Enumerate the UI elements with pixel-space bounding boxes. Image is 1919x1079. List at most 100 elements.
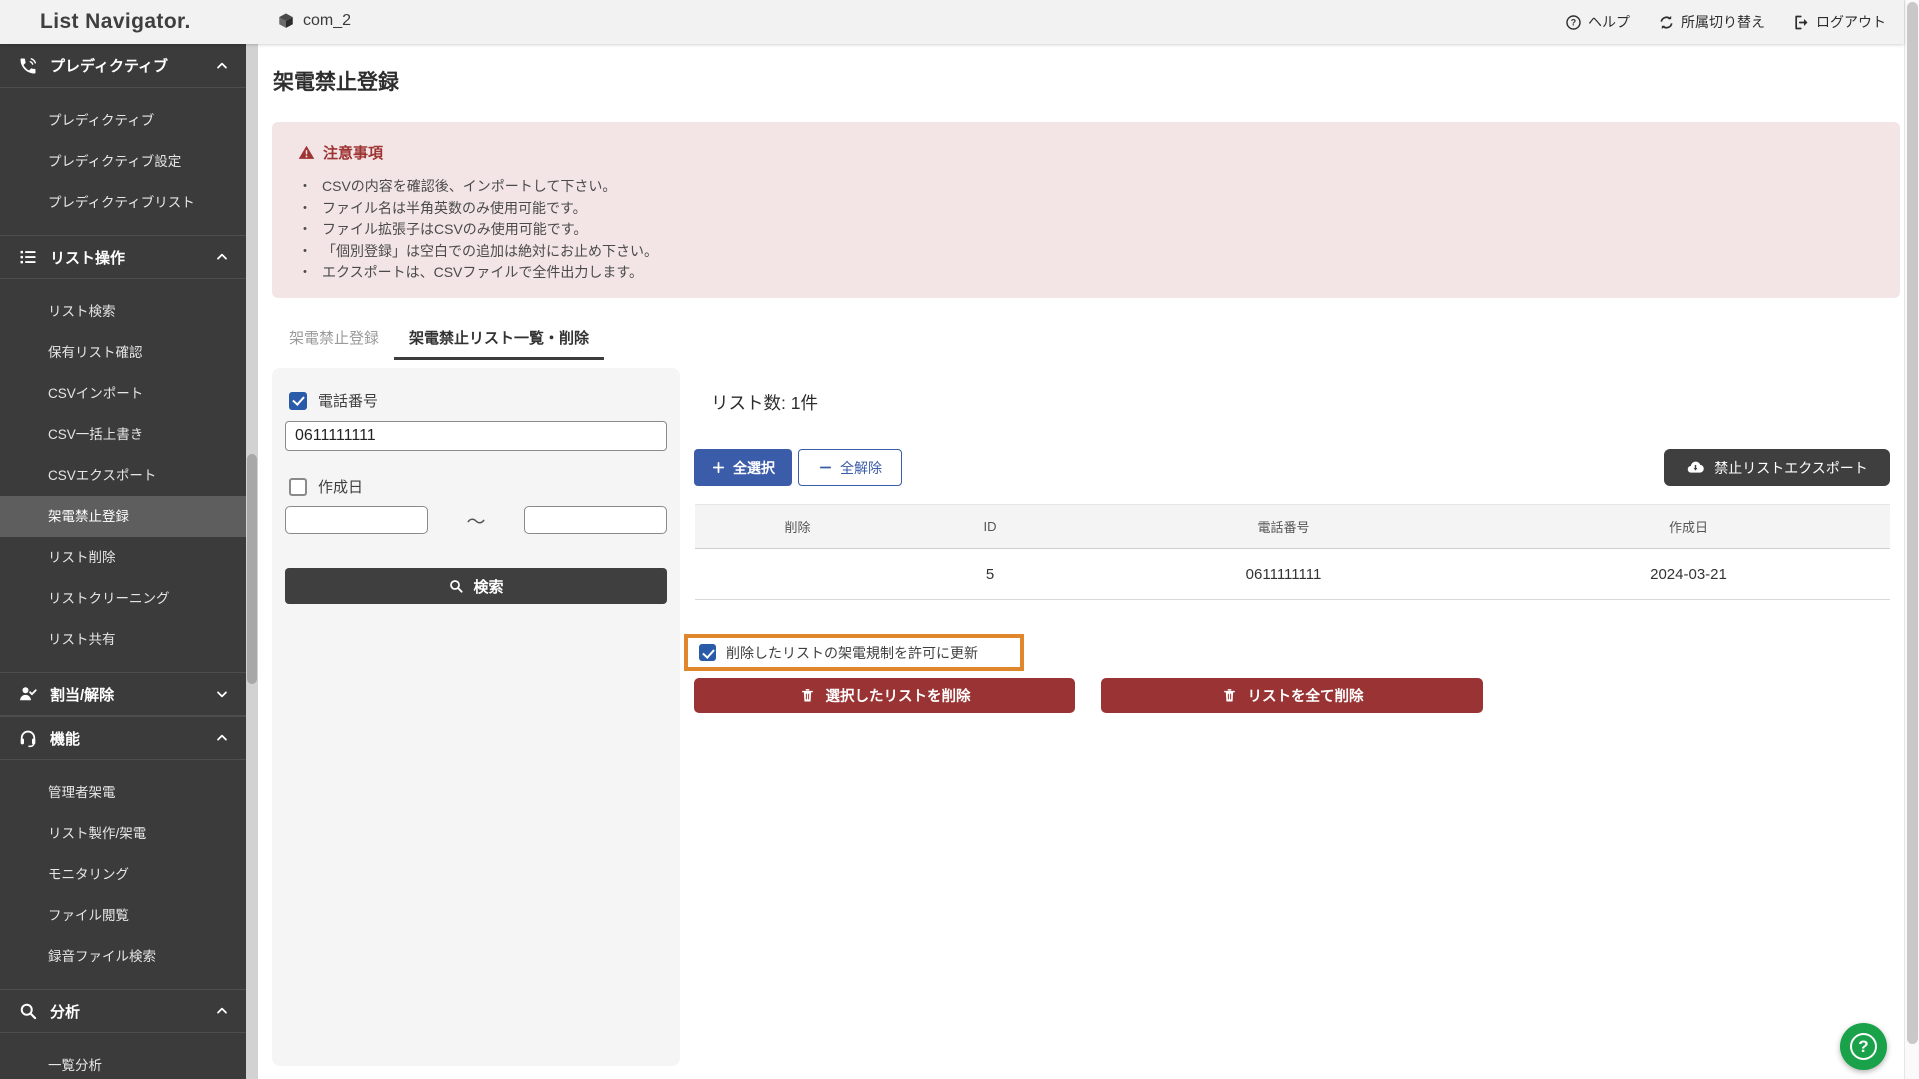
sidebar-item-predictive-list[interactable]: プレディクティブリスト — [0, 182, 246, 223]
help-label: ヘルプ — [1588, 12, 1630, 32]
notice-item: ・「個別登録」は空白での追加は絶対にお止め下さい。 — [298, 241, 1874, 263]
headset-icon — [18, 728, 38, 748]
trash-icon — [799, 687, 816, 704]
phone-number-input[interactable] — [285, 421, 667, 451]
sidebar-section-predictive[interactable]: プレディクティブ — [0, 44, 246, 88]
date-filter-checkbox[interactable] — [289, 478, 307, 496]
sidebar-item-list-share[interactable]: リスト共有 — [0, 619, 246, 660]
date-to-input[interactable] — [524, 506, 667, 534]
range-separator: 〜 — [428, 507, 524, 534]
sidebar-item-list-search[interactable]: リスト検索 — [0, 291, 246, 332]
sidebar-item-list-cleaning[interactable]: リストクリーニング — [0, 578, 246, 619]
sidebar-scrollbar-thumb[interactable] — [247, 454, 257, 684]
date-filter-row: 作成日 — [289, 476, 680, 497]
sidebar: プレディクティブ プレディクティブ プレディクティブ設定 プレディクティブリスト… — [0, 44, 246, 1079]
list-count: リスト数: 1件 — [711, 390, 818, 415]
question-icon: ? — [1850, 1033, 1877, 1060]
sidebar-section-list-ops[interactable]: リスト操作 — [0, 235, 246, 279]
phone-volume-icon — [18, 56, 38, 76]
row-phone: 0611111111 — [1080, 566, 1487, 583]
blocked-list-table: 削除 ID 電話番号 作成日 5 0611111111 2024-03-21 — [695, 504, 1890, 600]
sidebar-list-list-ops: リスト検索 保有リスト確認 CSVインポート CSV一括上書き CSVエクスポー… — [0, 279, 246, 672]
sidebar-item-list-delete[interactable]: リスト削除 — [0, 537, 246, 578]
cube-icon — [277, 12, 295, 30]
sidebar-list-functions: 管理者架電 リスト製作/架電 モニタリング ファイル閲覧 録音ファイル検索 — [0, 760, 246, 989]
date-range-row: 〜 — [285, 506, 667, 534]
notice-list: ・CSVの内容を確認後、インポートして下さい。 ・ファイル名は半角英数のみ使用可… — [298, 176, 1874, 284]
workspace-selector[interactable]: com_2 — [277, 12, 351, 30]
col-header-phone: 電話番号 — [1080, 517, 1487, 536]
phone-filter-checkbox[interactable] — [289, 392, 307, 410]
switch-org-label: 所属切り替え — [1681, 12, 1765, 32]
phone-filter-label: 電話番号 — [318, 390, 378, 411]
sidebar-section-analysis[interactable]: 分析 — [0, 989, 246, 1033]
sidebar-item-monitoring[interactable]: モニタリング — [0, 854, 246, 895]
sidebar-item-predictive[interactable]: プレディクティブ — [0, 100, 246, 141]
col-header-delete: 削除 — [695, 517, 900, 536]
notice-title-row: 注意事項 — [298, 142, 1874, 163]
app-logo: List Navigator. — [40, 10, 191, 34]
notice-box: 注意事項 ・CSVの内容を確認後、インポートして下さい。 ・ファイル名は半角英数… — [272, 122, 1900, 298]
select-all-button[interactable]: 全選択 — [694, 449, 792, 486]
search-icon — [18, 1001, 38, 1021]
delete-all-button[interactable]: リストを全て削除 — [1101, 678, 1483, 713]
sidebar-item-csv-import[interactable]: CSVインポート — [0, 373, 246, 414]
sidebar-item-predictive-settings[interactable]: プレディクティブ設定 — [0, 141, 246, 182]
filter-panel: 電話番号 作成日 〜 検索 — [272, 368, 680, 1066]
warning-triangle-icon — [298, 144, 315, 161]
app-window: List Navigator. com_2 ? ヘルプ 所属切り替え — [0, 0, 1919, 1079]
date-from-input[interactable] — [285, 506, 428, 534]
tab-bar: 架電禁止登録 架電禁止リスト一覧・削除 — [274, 322, 604, 360]
notice-item: ・エクスポートは、CSVファイルで全件出力します。 — [298, 262, 1874, 284]
chevron-down-icon — [214, 686, 230, 702]
sidebar-item-admin-call[interactable]: 管理者架電 — [0, 772, 246, 813]
sidebar-item-csv-overwrite[interactable]: CSV一括上書き — [0, 414, 246, 455]
sidebar-item-owned-lists[interactable]: 保有リスト確認 — [0, 332, 246, 373]
logout-menu-item[interactable]: ログアウト — [1793, 12, 1886, 32]
search-icon — [448, 578, 464, 594]
sidebar-item-list-create-call[interactable]: リスト製作/架電 — [0, 813, 246, 854]
cloud-download-icon — [1686, 458, 1705, 477]
col-header-created: 作成日 — [1487, 517, 1890, 536]
sidebar-item-csv-export[interactable]: CSVエクスポート — [0, 455, 246, 496]
update-permission-label: 削除したリストの架電規制を許可に更新 — [726, 643, 978, 663]
sidebar-section-functions[interactable]: 機能 — [0, 716, 246, 760]
page-scrollbar-thumb[interactable] — [1907, 2, 1918, 1044]
sidebar-item-summary-analysis[interactable]: 一覧分析 — [0, 1045, 246, 1079]
search-button[interactable]: 検索 — [285, 568, 667, 604]
col-header-id: ID — [900, 519, 1080, 534]
update-permission-highlight: 削除したリストの架電規制を許可に更新 — [684, 634, 1024, 671]
row-id: 5 — [900, 566, 1080, 583]
help-fab-button[interactable]: ? — [1840, 1023, 1887, 1070]
svg-text:?: ? — [1571, 17, 1576, 27]
sync-icon — [1658, 14, 1675, 31]
tab-call-block-list-delete[interactable]: 架電禁止リスト一覧・削除 — [394, 322, 604, 360]
workspace-name: com_2 — [303, 12, 351, 30]
sidebar-section-label: 分析 — [50, 1001, 202, 1022]
logout-label: ログアウト — [1816, 12, 1886, 32]
user-check-icon — [18, 684, 38, 704]
topbar: List Navigator. com_2 ? ヘルプ 所属切り替え — [0, 0, 1904, 44]
update-permission-checkbox[interactable] — [699, 644, 716, 661]
sidebar-item-call-block-register[interactable]: 架電禁止登録 — [0, 496, 246, 537]
deselect-all-button[interactable]: 全解除 — [798, 449, 902, 486]
switch-org-menu-item[interactable]: 所属切り替え — [1658, 12, 1765, 32]
sidebar-section-assign[interactable]: 割当/解除 — [0, 672, 246, 716]
tab-call-block-register[interactable]: 架電禁止登録 — [274, 322, 394, 360]
help-menu-item[interactable]: ? ヘルプ — [1565, 12, 1630, 32]
notice-item: ・CSVの内容を確認後、インポートして下さい。 — [298, 176, 1874, 198]
logout-icon — [1793, 14, 1810, 31]
sidebar-scrollbar[interactable] — [246, 44, 258, 1079]
sidebar-item-file-view[interactable]: ファイル閲覧 — [0, 895, 246, 936]
notice-item: ・ファイル名は半角英数のみ使用可能です。 — [298, 198, 1874, 220]
table-header-row: 削除 ID 電話番号 作成日 — [695, 504, 1890, 549]
chevron-up-icon — [214, 58, 230, 74]
sidebar-list-analysis: 一覧分析 — [0, 1033, 246, 1079]
sidebar-item-recording-search[interactable]: 録音ファイル検索 — [0, 936, 246, 977]
chevron-up-icon — [214, 730, 230, 746]
export-blocked-list-button[interactable]: 禁止リストエクスポート — [1664, 449, 1890, 486]
delete-selected-button[interactable]: 選択したリストを削除 — [694, 678, 1075, 713]
sidebar-list-predictive: プレディクティブ プレディクティブ設定 プレディクティブリスト — [0, 88, 246, 235]
date-filter-label: 作成日 — [318, 476, 363, 497]
page-scrollbar[interactable] — [1904, 0, 1919, 1079]
